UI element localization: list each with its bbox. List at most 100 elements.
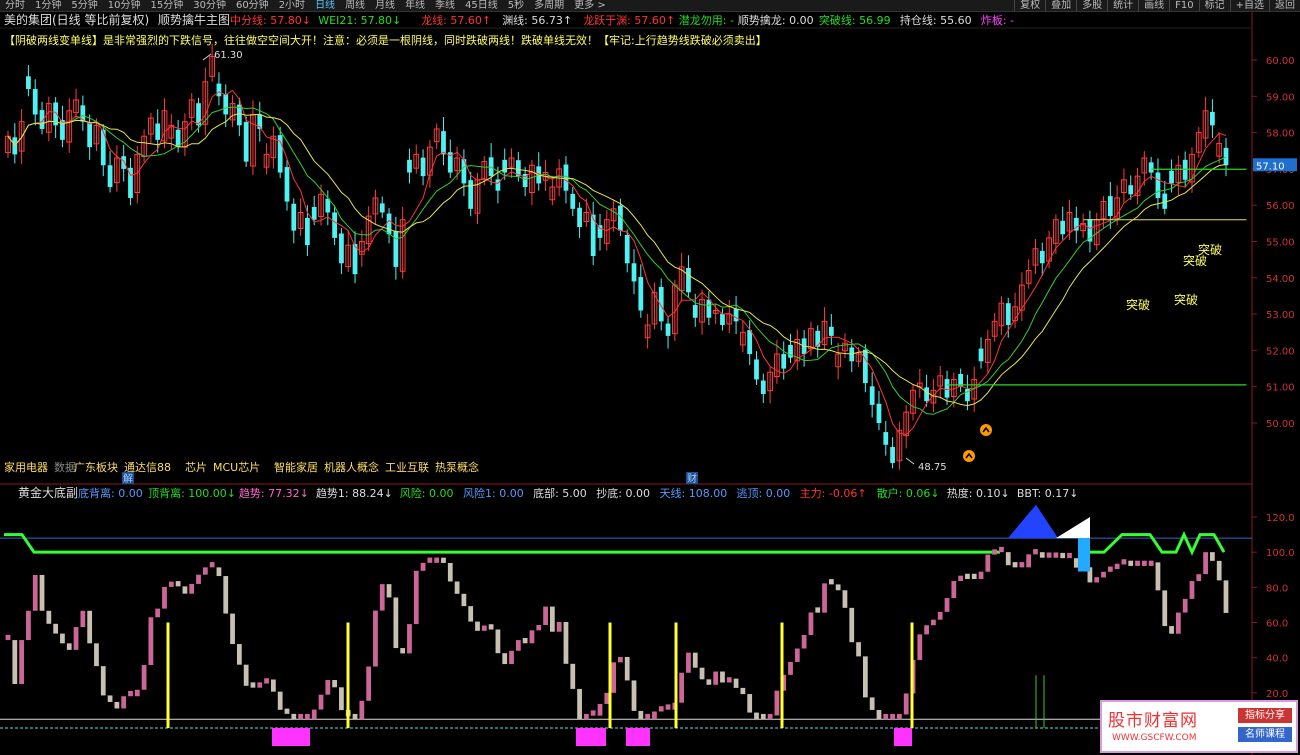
trend-bar-65 — [447, 562, 453, 582]
trend-bar-161 — [1101, 571, 1106, 578]
trend-bar-13 — [94, 643, 99, 667]
trend-bar-126 — [862, 656, 868, 698]
bottom-zone-3 — [894, 728, 912, 746]
candle-body-177 — [1210, 111, 1215, 126]
trend-bar-30 — [209, 562, 215, 568]
trend-bar-110 — [754, 712, 759, 720]
trend-bar-9 — [66, 643, 72, 650]
candle-body-48 — [332, 212, 337, 238]
trend-bar-153 — [1046, 552, 1052, 558]
sub-header-item-5: 风险1: 0.00 — [463, 486, 524, 500]
trend-bar-63 — [434, 557, 440, 563]
sub-indicator-name[interactable]: 黄金大底副 — [18, 485, 78, 500]
trend-bar-118 — [808, 612, 814, 635]
ind-tick-label-3: 60.0 — [1266, 619, 1288, 630]
trend-bar-177 — [1210, 552, 1215, 561]
trend-bar-8 — [60, 633, 65, 644]
main-header-item-7: 突破线: 56.99 — [819, 13, 891, 27]
main-header-item-3: 渊线: 56.73↑ — [502, 13, 572, 27]
trend-bar-6 — [46, 610, 52, 624]
trend-bar-52 — [359, 700, 365, 720]
trend-bar-42 — [291, 713, 297, 720]
trend-bar-175 — [1196, 574, 1202, 582]
trend-bar-61 — [420, 562, 426, 571]
price-tick-label-6: 54.00 — [1266, 274, 1295, 285]
trend-bar-166 — [1135, 560, 1140, 566]
candle-body-49 — [339, 233, 344, 264]
trend-bar-15 — [107, 695, 113, 702]
trend-bar-95 — [652, 711, 657, 720]
trend-bar-45 — [311, 709, 317, 720]
trend-bar-47 — [325, 680, 331, 695]
trend-bar-31 — [216, 567, 222, 577]
price-tick-label-5: 55.00 — [1266, 238, 1295, 249]
concept-tag-7: 机器人概念 — [324, 460, 379, 474]
trend-bar-108 — [740, 687, 746, 695]
trend-bar-51 — [352, 713, 358, 720]
escape-top-bar — [1078, 538, 1090, 572]
trend-bar-144 — [985, 554, 991, 572]
trend-bar-36 — [250, 682, 256, 688]
trend-bar-16 — [114, 701, 120, 709]
trend-bar-134 — [917, 634, 923, 660]
trend-bar-132 — [903, 693, 909, 715]
candle-body-41 — [284, 167, 290, 202]
concept-tag-4: 芯片 — [185, 460, 207, 474]
candle-body-17 — [121, 156, 127, 169]
sub-header-item-4: 风险: 0.00 — [400, 486, 454, 500]
trend-bar-100 — [686, 652, 691, 673]
breakout-label-1: 突破 — [1174, 292, 1198, 307]
price-tick-label-9: 51.00 — [1266, 383, 1295, 394]
sub-header-item-8: 天线: 108.00 — [660, 486, 728, 500]
trend-bar-60 — [413, 570, 419, 625]
candle-body-119 — [815, 330, 821, 347]
candle-body-31 — [216, 83, 222, 97]
trend-bar-173 — [1182, 598, 1188, 613]
trend-bar-1 — [12, 640, 18, 685]
stock-chart[interactable]: 60.0059.0058.0057.0056.0055.0054.0053.00… — [0, 0, 1300, 755]
candle-body-114 — [781, 354, 787, 369]
trend-bar-7 — [53, 623, 59, 634]
trend-bar-83 — [570, 663, 576, 689]
trend-bar-172 — [1175, 612, 1181, 634]
trend-bar-58 — [400, 648, 406, 654]
trend-bar-69 — [475, 621, 480, 631]
concept-tag-0: 家用电器 — [4, 460, 48, 474]
trend-bar-40 — [277, 691, 283, 710]
concept-tag-5: MCU芯片 — [213, 460, 260, 474]
trend-bar-14 — [100, 666, 106, 696]
indicator-notice: 【阴破两线变单线】是非常强烈的下跌信号，往往做空空间大开！注意：必须是一根阴线，… — [4, 33, 767, 47]
trend-bar-75 — [515, 640, 521, 651]
trend-bar-59 — [407, 624, 412, 654]
trend-bar-129 — [883, 713, 889, 720]
trend-bar-5 — [39, 574, 45, 611]
trend-bar-151 — [1033, 549, 1038, 555]
price-tick-label-10: 50.00 — [1266, 419, 1295, 430]
trend-bar-160 — [1094, 577, 1100, 583]
concept-tag-1: 数据 — [54, 460, 76, 474]
main-header-item-5: 潜龙勿用: - — [679, 13, 734, 27]
sub-header-item-13: BBT: 0.17↓ — [1017, 487, 1079, 500]
trend-bar-140 — [958, 575, 964, 581]
sub-header-item-2: 趋势: 77.32↓ — [239, 487, 309, 500]
current-price-tag: 57.10 — [1256, 161, 1285, 172]
candle-body-64 — [441, 131, 446, 155]
trend-bar-37 — [257, 682, 263, 688]
trend-bar-117 — [801, 634, 807, 649]
trend-bar-123 — [842, 590, 848, 608]
main-header-item-2: 龙线: 57.60↑ — [421, 13, 491, 27]
trend-bar-29 — [202, 567, 208, 575]
trend-bar-46 — [318, 694, 324, 710]
trend-bar-62 — [427, 557, 433, 563]
candle-body-35 — [243, 122, 249, 162]
candle-body-169 — [1155, 172, 1161, 198]
price-tick-label-8: 52.00 — [1266, 346, 1295, 357]
candle-body-91 — [624, 234, 630, 264]
candle-body-121 — [828, 326, 834, 336]
trend-bar-120 — [822, 583, 827, 613]
main-header-item-8: 持仓线: 55.60 — [900, 13, 972, 27]
trend-bar-64 — [441, 557, 446, 563]
trend-bar-141 — [965, 573, 970, 580]
candle-body-44 — [305, 217, 310, 246]
main-indicator-name[interactable]: 顺势擒牛主图 — [158, 12, 230, 27]
